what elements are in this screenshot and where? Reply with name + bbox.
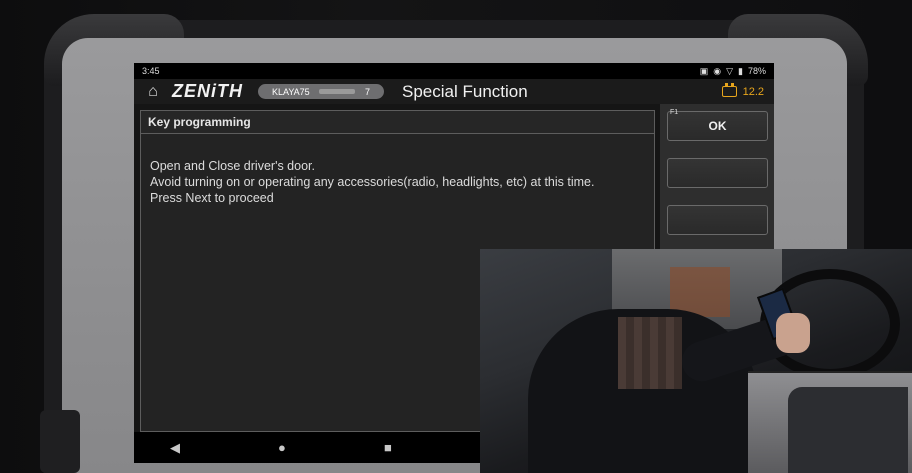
vin-suffix: 7 (364, 86, 370, 97)
message-line: Press Next to proceed (150, 191, 274, 205)
panel-header: Key programming (141, 111, 654, 134)
home-icon[interactable]: ⌂ (134, 83, 172, 101)
ok-button-label: OK (708, 119, 727, 133)
status-time: 3:45 (142, 66, 160, 76)
car-battery-icon (721, 83, 737, 97)
blurred-face (618, 317, 682, 389)
camera-inset (480, 249, 912, 473)
message-body: Open and Close driver's door. Avoid turn… (141, 134, 654, 206)
f1-key-label: F1 (670, 109, 679, 116)
wifi-icon: ▽ (726, 65, 734, 76)
sub-camera-inset (748, 371, 912, 473)
vin-redaction (319, 89, 356, 94)
app-bar: ⌂ ZENiTH KLAYA75 7 Special Function 12.2 (134, 79, 774, 104)
message-line: Avoid turning on or operating any access… (150, 175, 595, 189)
voltage-value: 12.2 (742, 85, 764, 98)
person-hand (776, 313, 810, 353)
brand-logo: ZENiTH (172, 81, 243, 101)
message-line: Open and Close driver's door. (150, 159, 315, 173)
voltage-indicator: 12.2 (721, 83, 764, 98)
car-door (788, 387, 908, 473)
vin-prefix: KLAYA75 (272, 86, 310, 97)
page-title: Special Function (402, 81, 528, 101)
vin-badge: KLAYA75 7 (258, 84, 384, 99)
back-icon[interactable]: ◀ (170, 440, 180, 456)
screenshot-icon: ▣ (699, 65, 709, 76)
sync-icon: ◉ (713, 65, 722, 76)
status-bar: 3:45 ▣ ◉ ▽ ▮ 78% (134, 63, 774, 79)
home-nav-icon[interactable]: ● (278, 440, 286, 455)
corner-bumper-bottom-left (40, 410, 80, 473)
recents-icon[interactable]: ■ (384, 440, 392, 455)
status-icons: ▣ ◉ ▽ ▮ 78% (700, 66, 766, 77)
battery-icon: ▮ (738, 65, 743, 76)
function-button-3[interactable] (667, 205, 768, 235)
ok-button[interactable]: F1 OK (667, 109, 768, 141)
battery-percent: 78% (747, 66, 766, 76)
function-button-2[interactable] (667, 158, 768, 188)
